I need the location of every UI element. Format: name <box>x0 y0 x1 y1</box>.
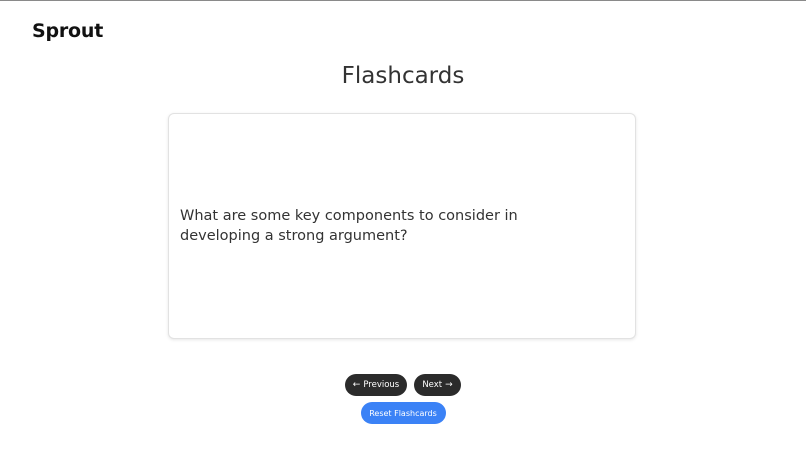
flashcard[interactable]: What are some key components to consider… <box>168 113 636 339</box>
top-border <box>0 0 806 1</box>
reset-flashcards-label: Reset Flashcards <box>369 408 437 418</box>
flashcard-question: What are some key components to consider… <box>180 208 518 244</box>
previous-button[interactable]: ← Previous <box>345 374 407 396</box>
next-button[interactable]: Next → <box>414 374 461 396</box>
arrow-left-icon: ← <box>352 379 361 390</box>
reset-flashcards-button[interactable]: Reset Flashcards <box>360 402 446 424</box>
page-title: Flashcards <box>341 63 465 89</box>
reset-row: Reset Flashcards <box>0 402 806 424</box>
next-button-label: Next <box>422 380 443 390</box>
app-logo[interactable]: Sprout <box>32 20 103 42</box>
previous-button-label: Previous <box>363 380 400 390</box>
arrow-right-icon: → <box>445 379 453 390</box>
flashcard-navigation: ← Previous Next → <box>0 374 806 396</box>
